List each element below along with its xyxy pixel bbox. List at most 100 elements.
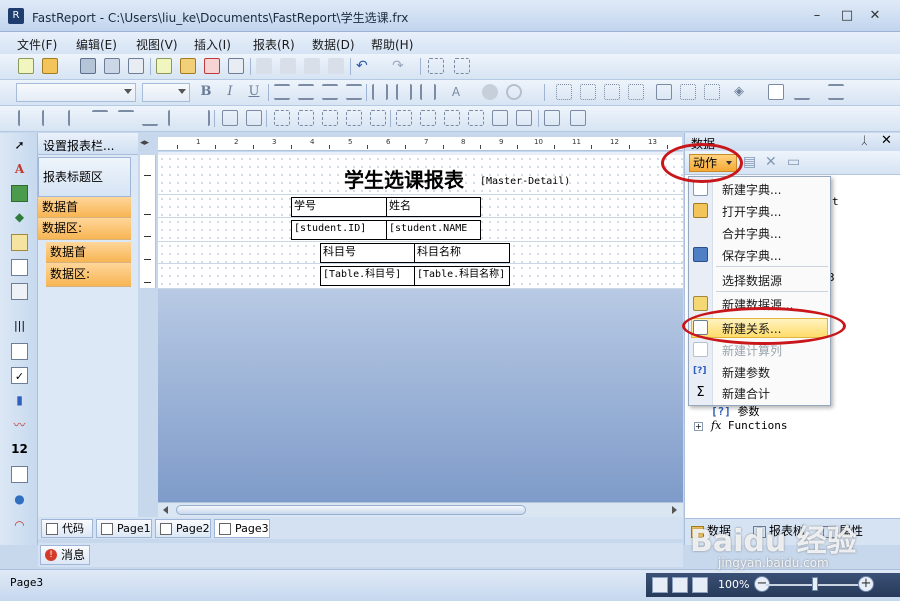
new-dialog-icon[interactable] [180,58,196,74]
student-header-band-area[interactable]: 学号 姓名 [158,195,683,218]
menu-view[interactable]: 视图(V) [136,36,178,53]
band-report-title[interactable]: 报表标题区 [38,157,131,197]
remove-horiz-icon[interactable] [346,110,362,126]
rotation-icon[interactable] [506,84,522,100]
scroll-right-icon[interactable] [672,506,677,514]
close-panel-icon[interactable]: ✕ [881,133,892,148]
student-id-field[interactable]: [student.ID] [291,220,387,240]
band-data[interactable]: 数据区: [38,218,131,240]
maximize-button[interactable]: □ [836,8,858,24]
preview-icon[interactable] [128,58,144,74]
group-icon[interactable] [428,58,444,74]
save-icon[interactable] [80,58,96,74]
tab-page2[interactable]: Page2 [155,519,211,538]
zoom-in-button[interactable]: + [858,576,874,592]
scroll-left-icon[interactable] [163,506,168,514]
configure-bands-button[interactable]: 设置报表栏... [38,133,138,155]
menu-merge-dictionary[interactable]: 合并字典... [722,225,781,242]
minimize-button[interactable]: – [806,8,828,24]
menu-report[interactable]: 报表(R) [253,36,295,53]
course-header-band-area[interactable]: 科目号 科目名称 [158,242,683,264]
align-lefts-icon[interactable] [18,110,34,126]
tab-page3[interactable]: Page3 [214,519,270,538]
tree-functions[interactable]: fx Functions [711,419,788,432]
menu-new-total[interactable]: 新建合计 [722,385,770,402]
menu-open-dictionary[interactable]: 打开字典... [722,203,781,220]
center-horiz-icon[interactable] [468,110,484,126]
open-icon[interactable] [42,58,58,74]
close-window-button[interactable]: ✕ [864,8,886,24]
highlight-icon[interactable] [482,84,498,100]
align-grid-size-icon[interactable] [194,110,210,126]
zoom-whole-page-icon[interactable] [672,577,688,593]
report-title-band-area[interactable]: 学生选课报表 [Master-Detail) [158,155,683,195]
view-icon[interactable]: ▭ [787,155,801,169]
align-middles-icon[interactable] [118,110,134,126]
copy-icon[interactable] [280,58,296,74]
line-width-icon[interactable] [828,84,844,100]
band-data-header[interactable]: 数据首 [38,197,131,218]
matrix-object-icon[interactable] [11,283,28,300]
paste-icon[interactable] [304,58,320,74]
menu-file[interactable]: 文件(F) [17,36,57,53]
align-tops-icon[interactable] [92,110,108,126]
pin-icon[interactable]: ᛸ [861,134,868,147]
inc-vert-icon[interactable] [396,110,412,126]
menu-choose-datasource[interactable]: 选择数据源 [722,272,782,289]
send-back-icon[interactable] [544,110,560,126]
format-painter-icon[interactable] [328,58,344,74]
redo-icon[interactable]: ↷ [392,58,408,74]
valign-top-icon[interactable] [372,84,388,100]
design-canvas[interactable]: 学生选课报表 [Master-Detail) 学号 姓名 [student.ID… [158,152,683,502]
undo-icon[interactable]: ↶ [356,58,372,74]
same-height-icon[interactable] [246,110,262,126]
checkbox-object-icon[interactable]: ✓ [11,367,28,384]
frame-inner-icon[interactable] [704,84,720,100]
valign-middle-icon[interactable] [396,84,412,100]
font-color-icon[interactable]: A [448,84,464,100]
bring-front-icon[interactable] [516,110,532,126]
frame-top-icon[interactable] [580,84,596,100]
new-page-icon[interactable] [156,58,172,74]
space-vert-icon[interactable] [370,110,386,126]
size-to-grid-icon[interactable] [570,110,586,126]
zoom-100-icon[interactable] [692,577,708,593]
menu-new-parameter[interactable]: 新建参数 [722,364,770,381]
valign-bottom-icon[interactable] [420,84,436,100]
italic-icon[interactable]: I [222,84,238,100]
text-object-icon[interactable]: A [11,161,28,178]
report-title-text[interactable]: 学生选课报表 [344,164,464,193]
student-name-field[interactable]: [student.NAME [386,220,481,240]
horizontal-scrollbar[interactable] [158,502,683,517]
menu-edit[interactable]: 编辑(E) [76,36,117,53]
align-right-icon[interactable] [322,84,338,100]
frame-none-icon[interactable] [556,84,572,100]
band-sub-data[interactable]: 数据区: [46,263,131,287]
zipcode-icon[interactable] [11,466,28,483]
delete-page-icon[interactable] [204,58,220,74]
cut-icon[interactable] [256,58,272,74]
menu-save-dictionary[interactable]: 保存字典... [722,247,781,264]
frame-style-icon[interactable] [768,84,784,100]
barcode-icon[interactable]: ||| [11,317,28,334]
course-id-field[interactable]: [Table.科目号] [320,266,415,286]
font-name-combo[interactable] [16,83,136,102]
save-all-icon[interactable] [104,58,120,74]
course-name-header[interactable]: 科目名称 [414,243,510,263]
tab-page1[interactable]: Page1 [96,519,152,538]
gauge-object-icon[interactable]: ◠ [11,517,28,534]
justify-icon[interactable] [346,84,362,100]
frame-all-icon[interactable] [656,84,672,100]
map-object-icon[interactable]: ● [11,491,28,508]
messages-tab[interactable]: ! 消息 [40,545,90,565]
frame-left-icon[interactable] [628,84,644,100]
subreport-icon[interactable] [11,234,28,251]
tab-code[interactable]: 代码 [41,519,93,538]
student-data-band-area[interactable]: [student.ID] [student.NAME [158,218,683,242]
frame-right-icon[interactable] [680,84,696,100]
new-report-icon[interactable] [18,58,34,74]
sparkline-icon[interactable]: 〰 [11,417,28,434]
inc-horiz-icon[interactable] [298,110,314,126]
course-data-band-area[interactable]: [Table.科目号] [Table.科目名称] [158,264,683,289]
dec-horiz-icon[interactable] [322,110,338,126]
